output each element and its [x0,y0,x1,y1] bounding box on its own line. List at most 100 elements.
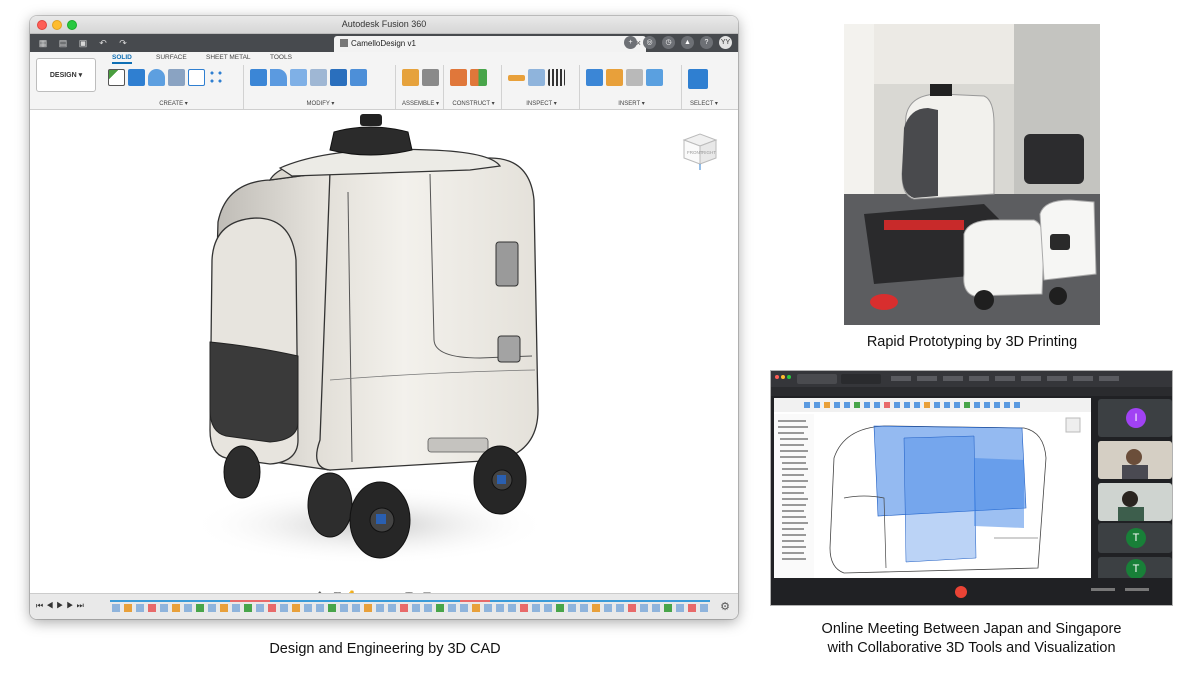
new-tab-icon[interactable]: + [624,36,637,49]
mini-robot-b-wheel [1049,287,1067,305]
participant-tile-3[interactable] [1098,483,1172,521]
document-tab[interactable]: CamelloDesign v1 × [334,36,646,52]
prototype-photo [844,24,1100,325]
participant-4-avatar: T [1126,528,1146,548]
select-icon[interactable] [688,69,708,89]
new-component-icon[interactable] [402,69,419,86]
participant-tile-2[interactable] [1098,441,1172,479]
meeting-caption-line-2: with Collaborative 3D Tools and Visualiz… [827,640,1116,656]
participant-tile-1[interactable]: I [1098,399,1172,437]
joint-icon[interactable] [422,69,439,86]
wheel-front-left [223,445,261,499]
construct-group-label: CONSTRUCT ▾ [452,101,495,107]
workspace-label: DESIGN [49,72,77,79]
shared-fusion-screen [774,398,1091,578]
undo-icon[interactable]: ↶ [96,37,110,49]
viewcube-front-label: FRONT [687,150,703,155]
meeting-screenshot: I T T [771,371,1172,605]
help-icon[interactable]: ? [700,36,713,49]
participant-2-video [1098,441,1172,479]
mini-robot-b-cap [1050,234,1070,250]
end-call-button[interactable] [955,586,967,598]
timeline-features[interactable] [110,600,710,614]
grid-menu-icon[interactable]: ▦ [36,37,50,49]
notifications-icon[interactable]: ▲ [681,36,694,49]
title-bar: Autodesk Fusion 360 [30,16,738,34]
red-part [870,294,898,310]
3d-viewport[interactable]: FRONT RIGHT ✥▾ ▥ ✋ ⌕ ⌕▾ ▭▾ ▦▾ ▤▾ [30,110,738,605]
meeting-caption: Online Meeting Between Japan and Singapo… [771,620,1172,658]
insert-mesh-icon[interactable] [626,69,643,86]
offset-plane-icon[interactable] [450,69,467,86]
file-menu-icon[interactable]: ▤ [56,37,70,49]
midplane-icon[interactable] [470,69,487,86]
shell-icon[interactable] [168,69,185,86]
construct-label: CONSTRUCT [452,101,490,107]
meeting-controls [771,578,1172,605]
timeline-settings-icon[interactable]: ⚙ [720,600,730,613]
create-label: CREATE [159,101,184,107]
print-caption: Rapid Prototyping by 3D Printing [866,334,1078,350]
combine-icon[interactable] [330,69,347,86]
fusion-window: Autodesk Fusion 360 ▦ ▤ ▣ ↶ ↷ CamelloDes… [30,16,738,619]
participant-3-video [1098,483,1172,521]
pattern-icon[interactable] [208,69,225,86]
select-label: SELECT [690,101,714,107]
press-pull-icon[interactable] [250,69,267,86]
bumper [427,437,489,453]
revolve-icon[interactable] [148,69,165,86]
section-analysis-icon[interactable] [528,69,545,86]
hub-cap-rear-right [497,475,506,484]
insert-group: INSERT ▾ [582,65,682,109]
inspect-group-label: INSPECT ▾ [526,101,557,107]
fillet-icon[interactable] [270,69,287,86]
prototype-robot-screen [902,108,938,198]
split-body-icon[interactable] [350,69,367,86]
insert-group-label: INSERT ▾ [618,101,645,107]
window-title: Autodesk Fusion 360 [341,19,427,29]
side-vent [497,335,521,363]
toolbar-ribbon: DESIGN ▾ SOLID SURFACE SHEET METAL TOOLS… [30,52,738,110]
workspace-switcher[interactable]: DESIGN ▾ [36,58,96,92]
wheel-rear-left [307,472,353,538]
insert-svg-icon[interactable] [606,69,623,86]
mini-robot-a [963,219,1045,297]
insert-label: INSERT [618,101,641,107]
browser-address-bar[interactable] [771,387,1172,396]
construct-group: CONSTRUCT ▾ [446,65,502,109]
save-icon[interactable]: ▣ [76,37,90,49]
insert-derive-icon[interactable] [586,69,603,86]
select-group: SELECT ▾ [684,65,724,109]
viewcube-right-label: RIGHT [702,150,716,155]
user-avatar[interactable]: YY [719,36,732,49]
printer-case [1024,134,1084,184]
inspect-label: INSPECT [526,101,553,107]
data-panel-icon[interactable]: ◎ [643,36,656,49]
viewcube[interactable]: FRONT RIGHT [682,128,718,177]
create-group: CREATE ▾ [104,65,244,109]
tab-solid[interactable]: SOLID [112,54,132,64]
top-right-controls: + ◎ ◷ ▲ ? YY [624,36,732,49]
tab-tools[interactable]: TOOLS [270,54,292,61]
insert-canvas-icon[interactable] [646,69,663,86]
prototype-red-strip [884,220,964,230]
chamfer-icon[interactable] [290,69,307,86]
measure-icon[interactable] [508,75,525,81]
tab-surface[interactable]: SURFACE [156,54,187,61]
participant-tile-4[interactable]: T [1098,523,1172,553]
browser-tabs [771,371,1172,387]
rectangle-icon[interactable] [188,69,205,86]
create-group-label: CREATE ▾ [159,101,188,107]
redo-icon[interactable]: ↷ [116,37,130,49]
select-group-label: SELECT ▾ [690,101,718,107]
tab-sheet-metal[interactable]: SHEET METAL [206,54,251,61]
create-sketch-icon[interactable] [108,69,125,86]
modify-group: MODIFY ▾ [246,65,396,109]
timeline-playback-icons[interactable]: ⏮◀▶▶⏭ [36,601,87,611]
meeting-side-controls[interactable] [1091,586,1161,598]
job-status-icon[interactable]: ◷ [662,36,675,49]
shell-modify-icon[interactable] [310,69,327,86]
zebra-analysis-icon[interactable] [548,69,565,86]
extrude-icon[interactable] [128,69,145,86]
participant-5-avatar: T [1126,559,1146,579]
